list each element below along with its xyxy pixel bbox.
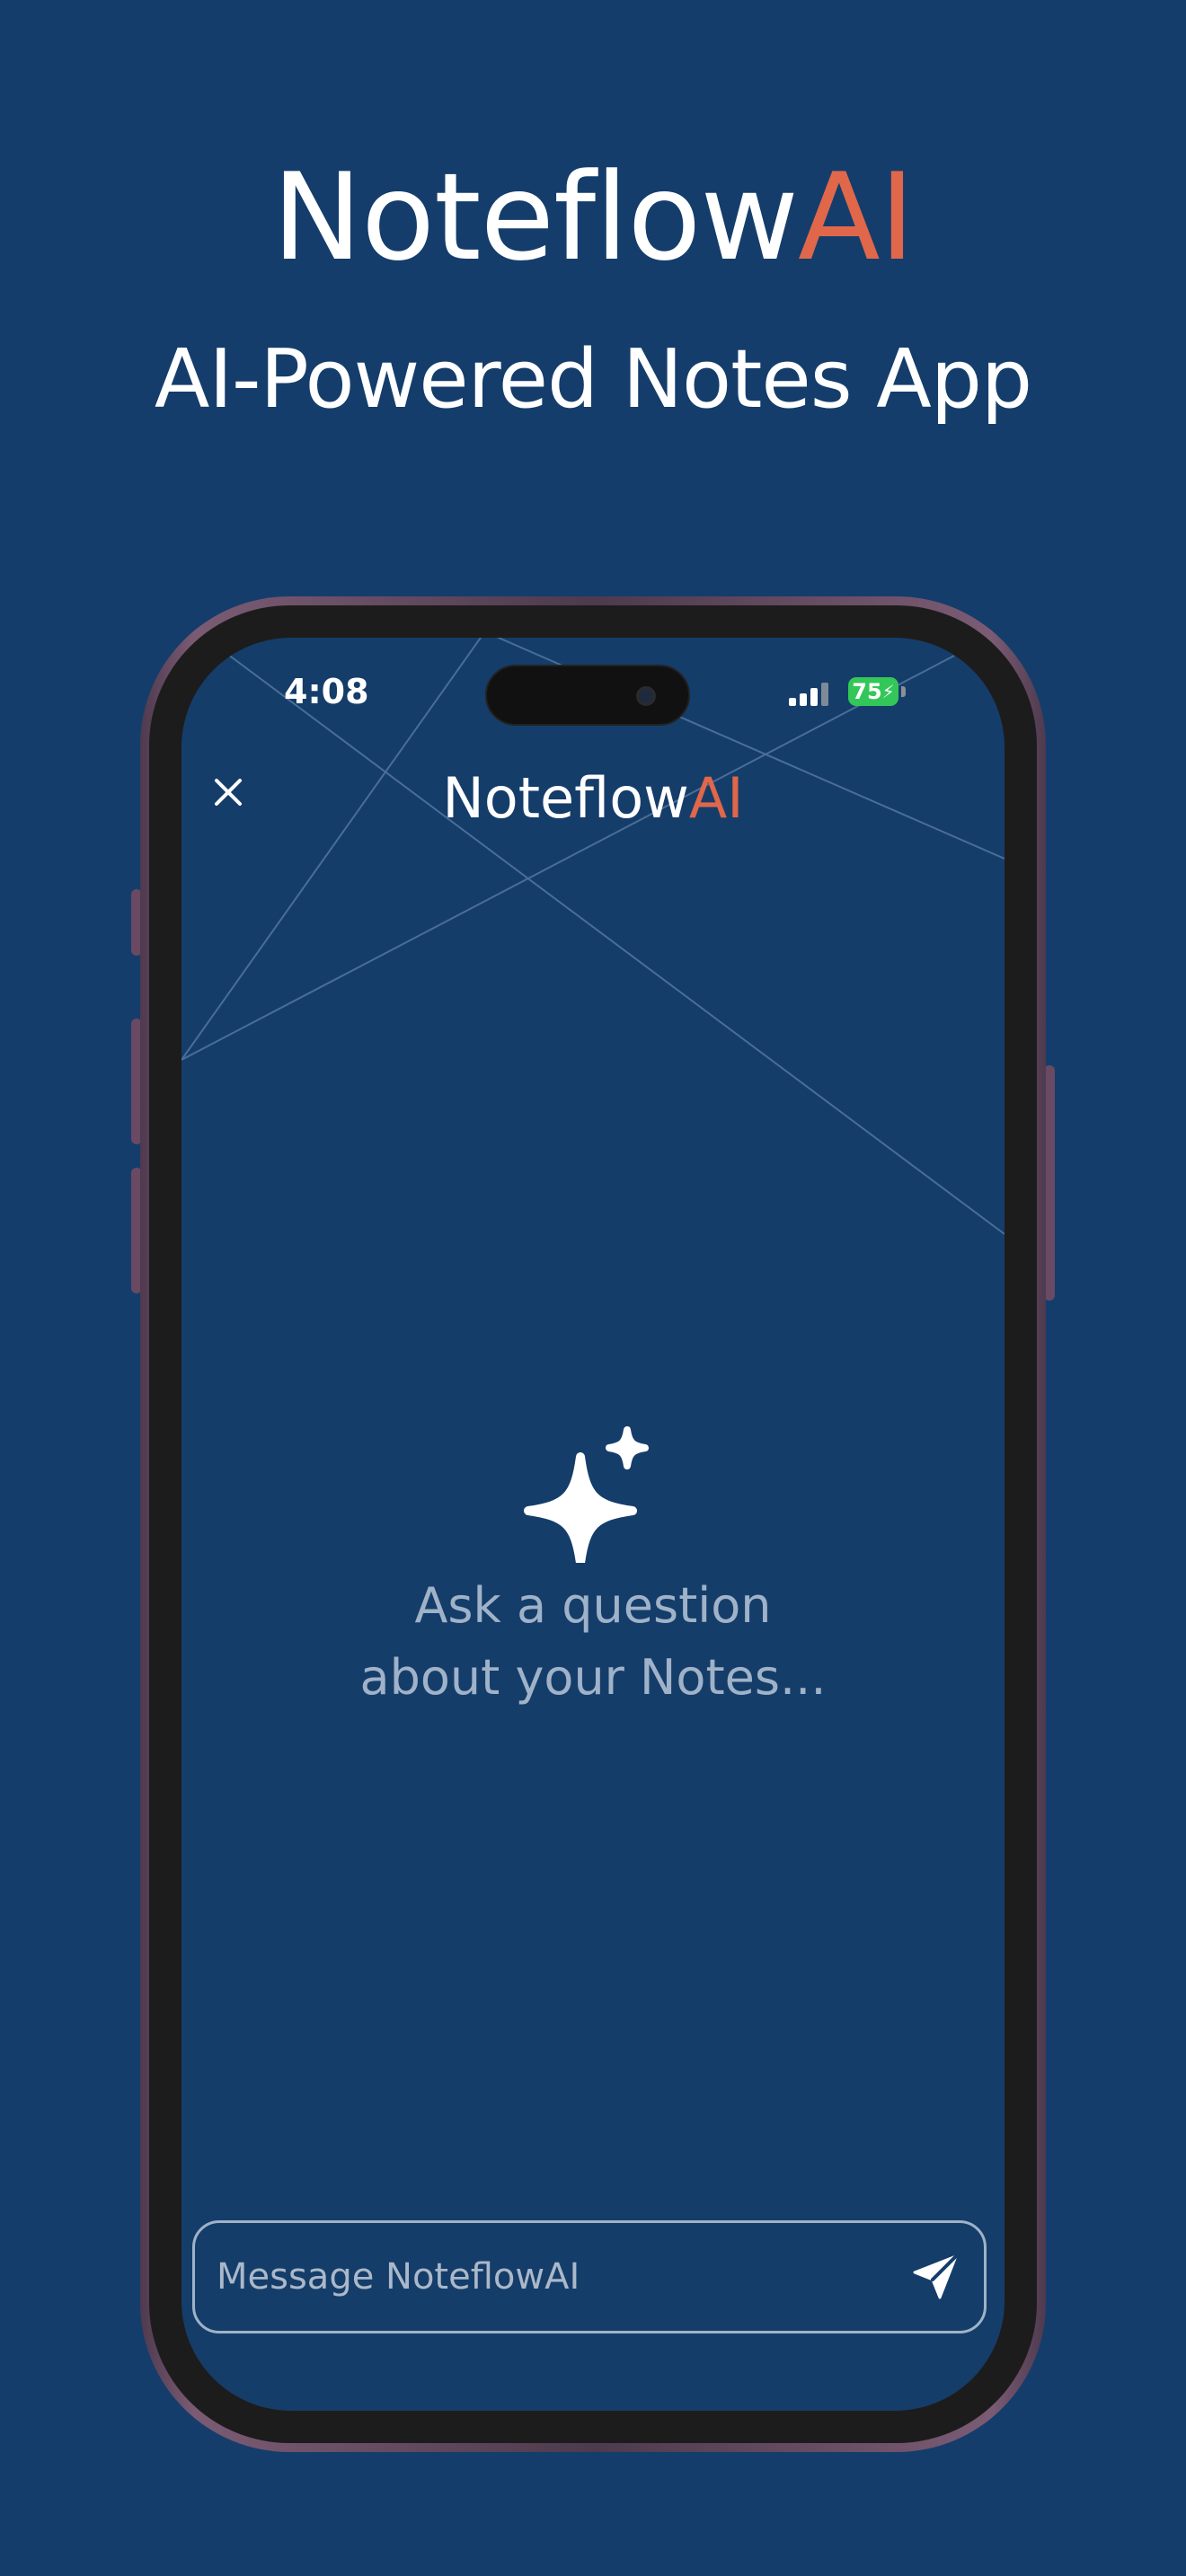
front-camera [636, 686, 656, 706]
app-screen: 4:08 75 ⚡ NoteflowAI Ask a question abou… [181, 638, 1005, 2411]
empty-state-line2: about your Notes... [359, 1649, 827, 1706]
message-composer [192, 2220, 987, 2333]
hero-subtitle: AI-Powered Notes App [154, 332, 1032, 427]
status-time: 4:08 [284, 672, 369, 711]
charging-bolt-icon: ⚡ [881, 681, 895, 702]
hero-title-accent: AI [798, 147, 915, 287]
app-title-main: Noteflow [442, 765, 689, 831]
phone-bezel: 4:08 75 ⚡ NoteflowAI Ask a question abou… [149, 605, 1037, 2443]
empty-state-line1: Ask a question [414, 1577, 772, 1634]
phone-frame: 4:08 75 ⚡ NoteflowAI Ask a question abou… [140, 596, 1046, 2452]
message-input[interactable] [217, 2256, 907, 2298]
battery-indicator: 75 ⚡ [848, 677, 898, 706]
sparkle-icon [524, 1426, 649, 1563]
cellular-signal-icon [789, 683, 828, 706]
dynamic-island [485, 665, 690, 726]
hero-title-main: Noteflow [271, 147, 799, 287]
battery-level: 75 [852, 679, 882, 704]
empty-state-text: Ask a question about your Notes... [279, 1570, 907, 1714]
battery-cap [901, 686, 906, 697]
app-title: NoteflowAI [181, 767, 1005, 830]
hero-title: NoteflowAI [0, 154, 1186, 280]
send-icon [913, 2254, 958, 2299]
send-button[interactable] [907, 2248, 964, 2306]
app-title-accent: AI [688, 765, 744, 831]
